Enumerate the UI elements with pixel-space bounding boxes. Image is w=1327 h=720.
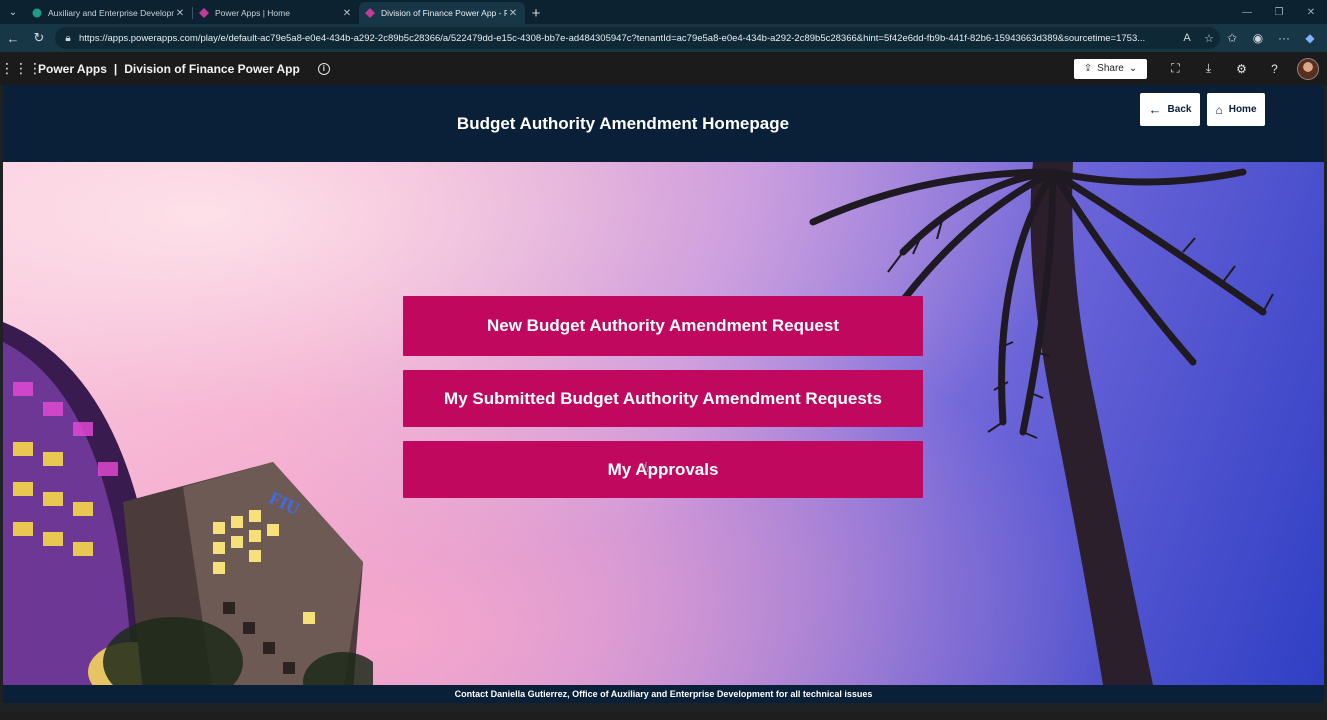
tab-title: Division of Finance Power App - P [381,8,507,18]
powerapps-header-actions: ⇪ Share ⌄ ⛶ ⤓ ⚙ ? [1074,52,1319,85]
minimize-icon[interactable]: — [1231,0,1263,24]
app-header: Budget Authority Amendment Homepage ← Ba… [3,85,1324,162]
support-contact-footer: Contact Daniella Gutierrez, Office of Au… [3,685,1324,703]
browser-tab-auxiliary[interactable]: Auxiliary and Enterprise Developme ✕ [26,2,192,24]
copilot-icon[interactable]: ◆ [1297,31,1323,45]
url-text: https://apps.powerapps.com/play/e/defaul… [79,32,1146,44]
tab-close-icon[interactable]: ✕ [507,8,519,19]
fit-to-screen-icon[interactable]: ⛶ [1159,61,1192,76]
os-taskbar [0,712,1327,720]
restore-icon[interactable]: ❐ [1263,0,1295,24]
home-icon: ⌂ [1215,102,1223,117]
refresh-icon[interactable]: ↻ [26,24,52,52]
share-label: Share [1097,63,1124,74]
home-label: Home [1228,104,1257,115]
new-request-button[interactable]: New Budget Authority Amendment Request [403,296,923,356]
share-icon: ⇪ [1083,63,1093,74]
fiu-tower-image: FIU [103,462,373,692]
powerapps-favicon-icon [365,8,375,18]
browser-tab-bar: ⌄ Auxiliary and Enterprise Developme ✕ P… [0,0,1327,24]
home-button[interactable]: ⌂ Home [1207,93,1265,126]
window-close-icon[interactable]: ✕ [1295,0,1327,24]
mouse-pointer-icon: ☝ [640,459,649,475]
favorites-icon[interactable]: ✩ [1219,31,1245,45]
favorite-star-icon[interactable]: ☆ [1198,32,1220,45]
back-arrow-icon[interactable]: ← [0,24,26,52]
app-canvas: Budget Authority Amendment Homepage ← Ba… [3,85,1324,712]
help-icon[interactable]: ? [1258,62,1291,76]
app-name: Division of Finance Power App [124,61,300,76]
new-tab-plus-icon[interactable]: + [525,2,547,24]
my-approvals-button[interactable]: My Approvals [403,441,923,498]
tab-close-icon[interactable]: ✕ [341,8,353,19]
tab-title: Auxiliary and Enterprise Developme [48,8,174,18]
tab-actions-chevron-icon[interactable]: ⌄ [0,0,26,24]
more-menu-icon[interactable]: ··· [1271,31,1297,45]
share-button[interactable]: ⇪ Share ⌄ [1074,58,1147,79]
powerapps-favicon-icon [199,8,209,18]
site-info-lock-icon[interactable]: 🔒︎ [61,31,75,45]
site-favicon-icon [32,8,42,18]
browser-tab-powerapps-home[interactable]: Power Apps | Home ✕ [193,2,359,24]
app-info-icon[interactable]: i [317,62,330,75]
browser-address-bar: ← ↻ 🔒︎ https://apps.powerapps.com/play/e… [0,24,1327,52]
back-label: Back [1167,104,1192,115]
profile-circle-icon[interactable]: ◉ [1245,31,1271,45]
page-title: Budget Authority Amendment Homepage [456,114,790,133]
browser-toolbar: ✩ ◉ ··· ◆ [1219,24,1323,52]
settings-gear-icon[interactable]: ⚙ [1225,62,1258,76]
browser-tab-division-of-finance[interactable]: Division of Finance Power App - P ✕ [359,2,525,24]
user-avatar[interactable] [1297,57,1319,80]
window-controls: — ❐ ✕ [1231,0,1327,24]
download-icon[interactable]: ⤓ [1192,61,1225,76]
read-aloud-icon[interactable]: A [1176,32,1198,44]
my-submitted-requests-button[interactable]: My Submitted Budget Authority Amendment … [403,370,923,427]
tab-close-icon[interactable]: ✕ [174,8,186,19]
background-photo: FIU New Budget Authority Amendment Reque… [3,162,1324,692]
back-button[interactable]: ← Back [1140,93,1200,126]
powerapps-header: ⋮⋮⋮ Power Apps | Division of Finance Pow… [0,52,1327,85]
arrow-left-icon: ← [1148,102,1162,117]
url-field[interactable]: 🔒︎ https://apps.powerapps.com/play/e/def… [55,27,1220,49]
product-name: Power Apps [38,61,107,76]
chevron-down-icon: ⌄ [1128,63,1138,74]
app-launcher-waffle-icon[interactable]: ⋮⋮⋮ [0,60,42,77]
tab-title: Power Apps | Home [215,8,290,18]
title-separator: | [113,61,118,76]
